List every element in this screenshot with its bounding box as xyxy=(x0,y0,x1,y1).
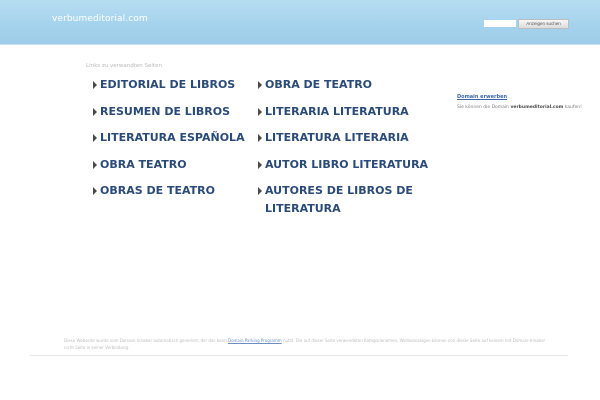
related-link-literatura-literaria[interactable]: LITERATURA LITERARIA xyxy=(258,129,409,147)
arrow-right-icon xyxy=(258,161,262,169)
footer-divider xyxy=(30,355,568,356)
related-link-autor-libro-literatura[interactable]: AUTOR LIBRO LITERATURA xyxy=(258,156,429,174)
related-link-editorial-de-libros[interactable]: EDITORIAL DE LIBROS xyxy=(93,76,236,94)
domain-title: verbumeditorial.com xyxy=(52,14,148,24)
related-link-label: EDITORIAL DE LIBROS xyxy=(100,78,236,91)
buy-domain-text: Sie können die Domain verbumeditorial.co… xyxy=(457,105,582,110)
arrow-right-icon xyxy=(93,134,97,142)
related-link-resumen-de-libros[interactable]: RESUMEN DE LIBROS xyxy=(93,103,231,121)
related-link-label: LITERATURA LITERARIA xyxy=(265,131,409,144)
related-link-autores-de-libros-de-literatura[interactable]: AUTORES DE LIBROS DE LITERATURA xyxy=(258,182,415,218)
arrow-right-icon xyxy=(93,187,97,195)
related-link-label: RESUMEN DE LIBROS xyxy=(100,105,231,118)
related-link-label: OBRA TEATRO xyxy=(100,158,187,171)
arrow-right-icon xyxy=(258,108,262,116)
parked-domain-page: verbumeditorial.com Anzeigen suchen Link… xyxy=(0,0,600,400)
arrow-right-icon xyxy=(258,134,262,142)
related-link-literaria-literatura[interactable]: LITERARIA LITERATURA xyxy=(258,103,409,121)
related-link-obra-de-teatro[interactable]: OBRA DE TEATRO xyxy=(258,76,373,94)
arrow-right-icon xyxy=(93,161,97,169)
arrow-right-icon xyxy=(93,81,97,89)
related-link-label: LITERARIA LITERATURA xyxy=(265,105,409,118)
related-link-obras-de-teatro[interactable]: OBRAS DE TEATRO xyxy=(93,182,215,200)
buy-domain-text-suffix: kaufen! xyxy=(563,105,582,110)
related-link-obra-teatro[interactable]: OBRA TEATRO xyxy=(93,156,187,174)
search-button[interactable]: Anzeigen suchen xyxy=(518,19,569,29)
arrow-right-icon xyxy=(93,108,97,116)
related-link-literatura-espanola[interactable]: LITERATURA ESPAÑOLA xyxy=(93,129,245,147)
arrow-right-icon xyxy=(258,187,262,195)
related-link-label: LITERATURA ESPAÑOLA xyxy=(100,131,245,144)
footer-disclaimer: Diese Webseite wurde vom Domain-Inhaber … xyxy=(64,337,548,351)
header-bar: verbumeditorial.com Anzeigen suchen xyxy=(0,0,600,45)
domain-parking-program-link[interactable]: Domain Parking Programm xyxy=(228,338,282,343)
buy-domain-text-prefix: Sie können die Domain xyxy=(457,105,511,110)
related-link-label: OBRA DE TEATRO xyxy=(265,78,373,91)
related-link-label: AUTORES DE LIBROS DE LITERATURA xyxy=(265,184,413,215)
related-links-heading: Links zu verwandten Seiten xyxy=(86,63,162,69)
disclaimer-prefix: Diese Webseite wurde vom Domain-Inhaber … xyxy=(64,338,228,343)
buy-domain-link[interactable]: Domain erwerben xyxy=(457,94,507,100)
arrow-right-icon xyxy=(258,81,262,89)
search-input[interactable] xyxy=(484,20,516,27)
related-link-label: AUTOR LIBRO LITERATURA xyxy=(265,158,429,171)
related-link-label: OBRAS DE TEATRO xyxy=(100,184,215,197)
buy-domain-name: verbumeditorial.com xyxy=(510,105,564,110)
